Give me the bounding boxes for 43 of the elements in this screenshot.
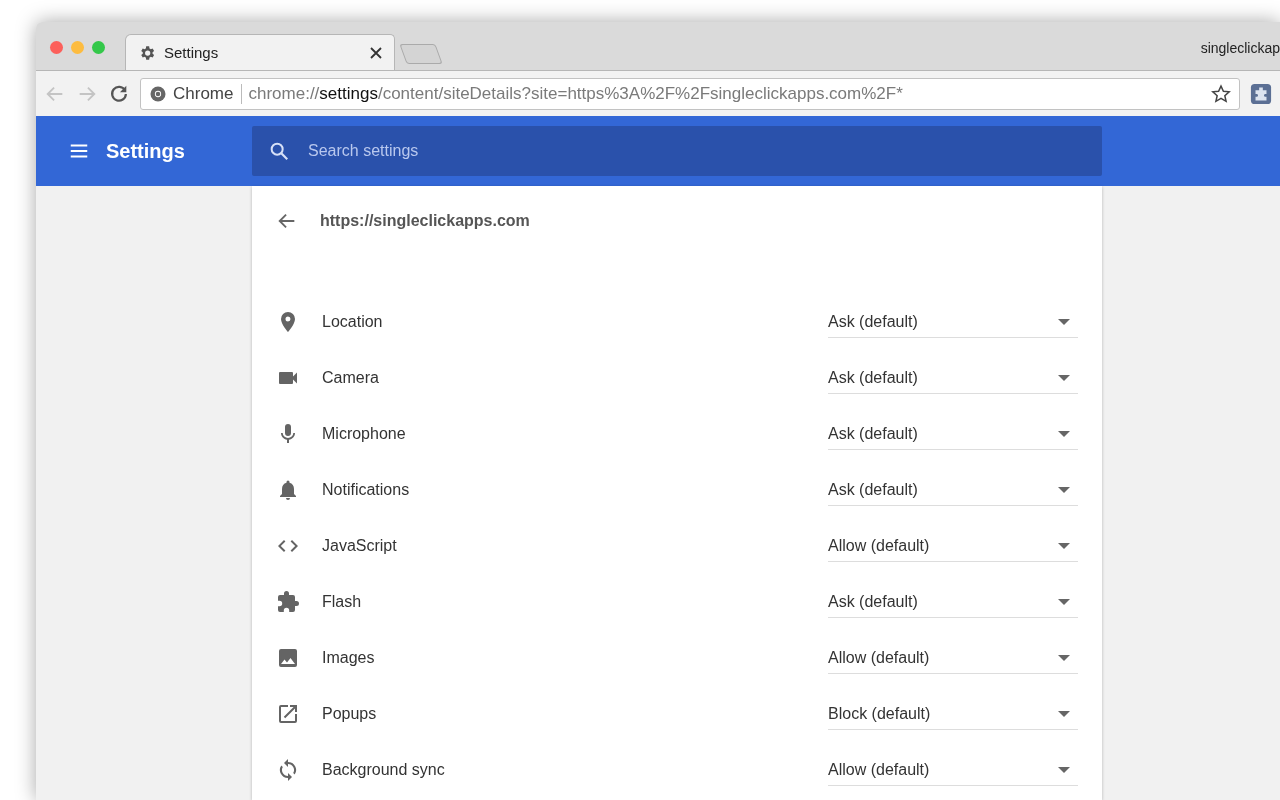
permission-label: Microphone xyxy=(322,425,407,443)
chrome-logo-icon xyxy=(149,84,167,103)
caret-icon xyxy=(1058,318,1070,325)
permission-label: Background sync xyxy=(322,761,446,779)
puzzle-piece-icon[interactable] xyxy=(1250,82,1272,105)
external-link-icon xyxy=(276,702,300,726)
url-text: chrome://settings/content/siteDetails?site=https%3A%2F%2Fsingleclickapps.com%2F* xyxy=(248,83,904,104)
permission-dropdown[interactable]: Allow (default) xyxy=(828,530,1078,562)
permission-label: Popups xyxy=(322,705,378,723)
permission-label: JavaScript xyxy=(322,537,398,555)
caret-icon xyxy=(1058,654,1070,661)
security-chip[interactable]: Chrome xyxy=(173,83,243,104)
permission-label: Images xyxy=(322,649,376,667)
permission-label: Camera xyxy=(322,369,380,387)
caret-icon xyxy=(1058,710,1070,717)
profile-name[interactable]: singleclickap xyxy=(1200,40,1280,56)
permission-dropdown[interactable]: Allow (default) xyxy=(828,642,1078,674)
star-icon[interactable] xyxy=(1211,83,1231,104)
close-icon[interactable] xyxy=(370,46,382,59)
caret-icon xyxy=(1058,486,1070,493)
caret-icon xyxy=(1058,598,1070,605)
caret-icon xyxy=(1058,430,1070,437)
search-field[interactable]: Search settings xyxy=(252,126,1102,176)
permission-dropdown[interactable]: Allow (default) xyxy=(828,754,1078,786)
page-title: Settings xyxy=(106,139,186,163)
tab-title: Settings xyxy=(164,44,220,61)
permission-label: Notifications xyxy=(322,481,411,499)
permission-dropdown[interactable]: Ask (default) xyxy=(828,586,1078,618)
caret-icon xyxy=(1058,766,1070,773)
image-icon xyxy=(276,646,300,670)
permission-dropdown[interactable]: Block (default) xyxy=(828,698,1078,730)
permission-dropdown[interactable]: Ask (default) xyxy=(828,474,1078,506)
browser-tab[interactable]: Settings xyxy=(125,34,395,70)
permission-dropdown[interactable]: Ask (default) xyxy=(828,362,1078,394)
address-bar[interactable]: Chrome chrome://settings/content/siteDetails?site=https%3A%2F%2Fsingleclickapps.com%2F* xyxy=(140,77,1240,110)
permission-label: Location xyxy=(322,313,384,331)
permission-dropdown[interactable]: Ask (default) xyxy=(828,306,1078,338)
puzzle-piece-icon xyxy=(276,590,300,614)
permission-dropdown[interactable]: Ask (default) xyxy=(828,418,1078,450)
caret-icon xyxy=(1058,542,1070,549)
caret-icon xyxy=(1058,374,1070,381)
permission-label: Flash xyxy=(322,593,363,611)
site-origin: https://singleclickapps.com xyxy=(320,212,530,230)
